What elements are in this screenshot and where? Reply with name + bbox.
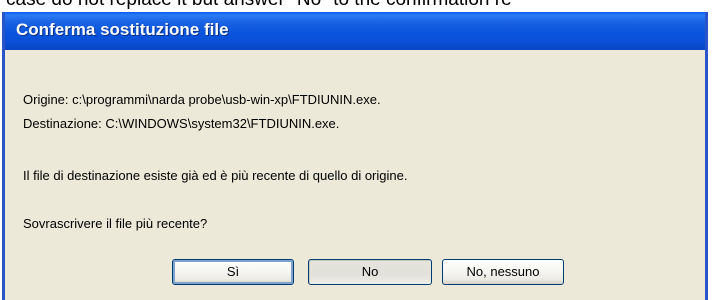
newer-file-message: Il file di destinazione esiste già ed è … <box>23 168 408 183</box>
no-to-all-button[interactable]: No, nessuno <box>442 259 564 285</box>
no-button[interactable]: No <box>308 259 432 285</box>
dialog-body: Origine: c:\programmi\narda probe\usb-wi… <box>5 50 705 300</box>
overwrite-question: Sovrascrivere il file più recente? <box>23 216 208 231</box>
replace-file-dialog: Conferma sostituzione file Origine: c:\p… <box>2 12 708 300</box>
dialog-title: Conferma sostituzione file <box>16 20 229 39</box>
destination-path-text: Destinazione: C:\WINDOWS\system32\FTDIUN… <box>23 116 340 131</box>
origin-path-text: Origine: c:\programmi\narda probe\usb-wi… <box>23 92 381 107</box>
dialog-titlebar[interactable]: Conferma sostituzione file <box>5 12 705 50</box>
screenshot-canvas: case do not replace it but answer "No" t… <box>0 0 712 300</box>
yes-button[interactable]: Sì <box>172 259 294 285</box>
